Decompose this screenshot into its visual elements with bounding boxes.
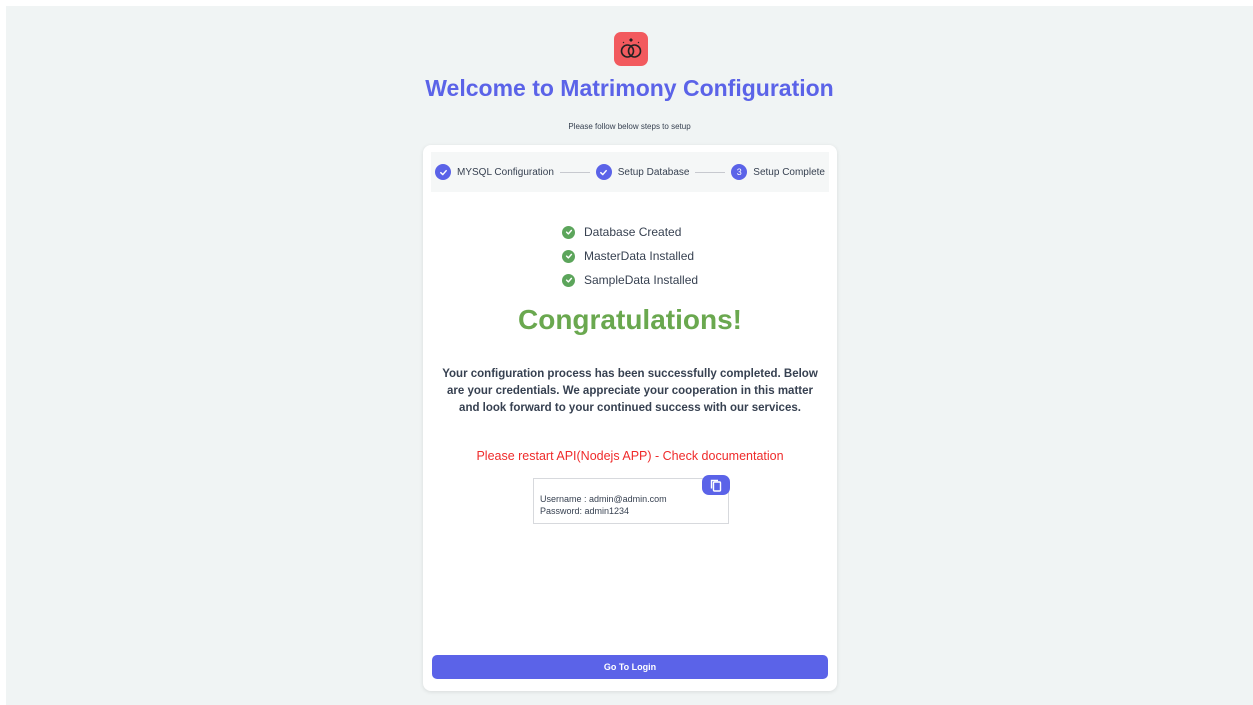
copy-button[interactable] [702,475,730,495]
copy-icon [710,479,722,492]
check-icon [595,164,612,180]
restart-notice: Please restart API(Nodejs APP) - Check d… [476,449,784,463]
completion-message: Your configuration process has been succ… [442,368,818,414]
rings-icon [620,38,642,58]
setup-card: MYSQL Configuration Setup Database 3 Set… [423,145,837,691]
success-check-icon [562,249,575,263]
page-subtitle: Please follow below steps to setup [568,122,691,131]
credentials-box: Username : admin@admin.com Password: adm… [533,475,730,524]
check-icon [435,164,451,180]
step-setup-complete: 3 Setup Complete [731,164,825,180]
username-line: Username : admin@admin.com [540,494,667,504]
status-label: Database Created [584,225,682,239]
congratulations-heading: Congratulations! [518,304,742,335]
status-list: Database Created MasterData Installed Sa… [562,220,698,292]
logo [614,32,648,66]
success-check-icon [562,225,575,239]
step-number: 3 [731,164,748,180]
step-connector [559,171,590,173]
go-to-login-button[interactable]: Go To Login [432,655,828,679]
success-check-icon [562,273,575,287]
page-background: Welcome to Matrimony Configuration Pleas… [6,6,1253,705]
step-label: Setup Complete [753,166,825,178]
step-label: MYSQL Configuration [457,166,554,178]
credentials-text: Username : admin@admin.com Password: adm… [540,493,667,517]
stepper: MYSQL Configuration Setup Database 3 Set… [431,152,829,192]
step-setup-database: Setup Database [595,164,690,180]
status-item-masterdata: MasterData Installed [562,244,698,268]
status-label: SampleData Installed [584,273,699,287]
password-line: Password: admin1234 [540,506,630,516]
status-label: MasterData Installed [584,249,695,263]
status-item-database: Database Created [562,220,698,244]
page-title: Welcome to Matrimony Configuration [425,75,834,101]
step-mysql-configuration: MYSQL Configuration [435,164,554,180]
step-connector [695,171,726,173]
status-item-sampledata: SampleData Installed [562,268,698,292]
step-label: Setup Database [617,166,690,178]
